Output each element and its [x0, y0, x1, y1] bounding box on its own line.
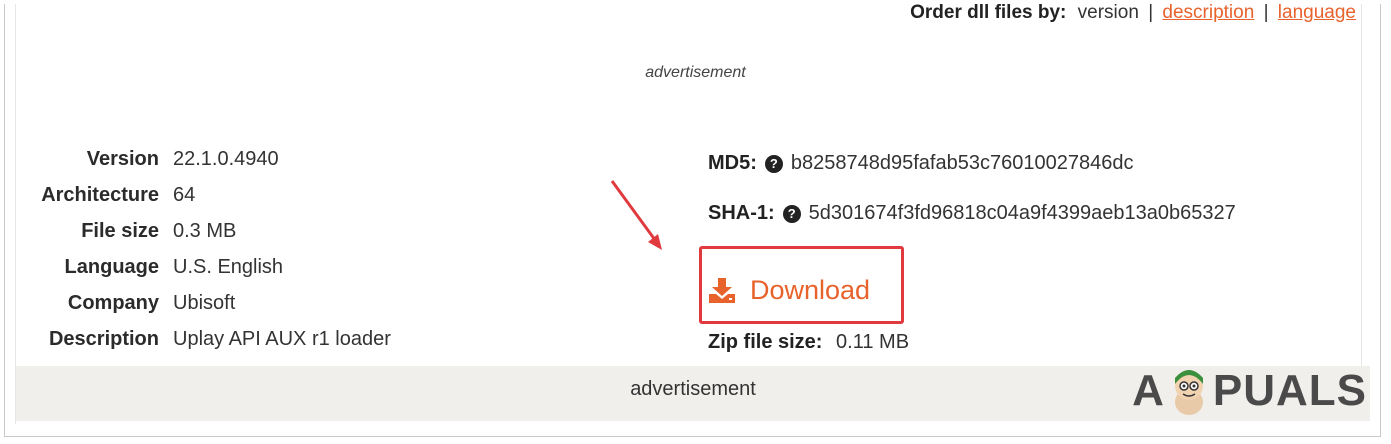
appuals-watermark: A PUALS	[1132, 366, 1367, 416]
detail-row-version: Version 22.1.0.4940	[20, 141, 391, 177]
zip-size-row: Zip file size: 0.11 MB	[708, 331, 909, 354]
detail-row-company: Company Ubisoft	[20, 285, 391, 321]
detail-value: U.S. English	[173, 255, 284, 278]
order-by-current: version	[1077, 2, 1139, 23]
watermark-text-left: A	[1132, 366, 1165, 415]
detail-row-description: Description Uplay API AUX r1 loader	[20, 321, 391, 357]
watermark-text-right: PUALS	[1212, 366, 1367, 415]
detail-value: Uplay API AUX r1 loader	[173, 327, 391, 350]
pointer-arrow-icon	[610, 180, 662, 250]
sha1-value: 5d301674f3fd96818c04a9f4399aeb13a0b65327	[808, 202, 1236, 224]
help-icon[interactable]: ?	[782, 204, 801, 223]
advertisement-label-top: advertisement	[645, 64, 746, 81]
detail-key: Language	[64, 255, 159, 278]
detail-row-language: Language U.S. English	[20, 249, 391, 285]
order-by-bar: Order dll files by: version | descriptio…	[910, 2, 1356, 24]
order-by-label: Order dll files by:	[910, 2, 1067, 23]
order-separator: |	[1263, 2, 1269, 23]
sha1-label: SHA-1:	[708, 202, 775, 224]
advertisement-label-bottom: advertisement	[630, 378, 756, 400]
detail-value: 22.1.0.4940	[173, 147, 279, 170]
sha1-row: SHA-1: ? 5d301674f3fd96818c04a9f4399aeb1…	[708, 202, 1236, 225]
download-label: Download	[750, 275, 871, 305]
file-details: Version 22.1.0.4940 Architecture 64 File…	[20, 141, 391, 357]
detail-row-architecture: Architecture 64	[20, 177, 391, 213]
order-by-language-link[interactable]: language	[1278, 2, 1356, 23]
download-button[interactable]: Download	[708, 275, 870, 306]
zip-size-value: 0.11 MB	[836, 331, 910, 353]
detail-key: File size	[81, 219, 159, 242]
detail-value: 0.3 MB	[173, 219, 237, 242]
order-separator: |	[1148, 2, 1154, 23]
detail-key: Architecture	[41, 183, 159, 206]
detail-value: 64	[173, 183, 196, 206]
right-rule	[1361, 4, 1362, 372]
detail-row-file-size: File size 0.3 MB	[20, 213, 391, 249]
download-icon	[709, 277, 735, 303]
md5-row: MD5: ? b8258748d95fafab53c76010027846dc	[708, 152, 1133, 175]
detail-value: Ubisoft	[173, 291, 236, 314]
detail-key: Version	[86, 147, 159, 170]
detail-key: Description	[48, 327, 159, 350]
md5-label: MD5:	[708, 152, 757, 174]
detail-key: Company	[67, 291, 159, 314]
md5-value: b8258748d95fafab53c76010027846dc	[790, 152, 1134, 174]
mascot-icon	[1174, 370, 1203, 415]
zip-size-label: Zip file size:	[708, 331, 823, 353]
order-by-description-link[interactable]: description	[1162, 2, 1254, 23]
help-icon[interactable]: ?	[764, 154, 783, 173]
